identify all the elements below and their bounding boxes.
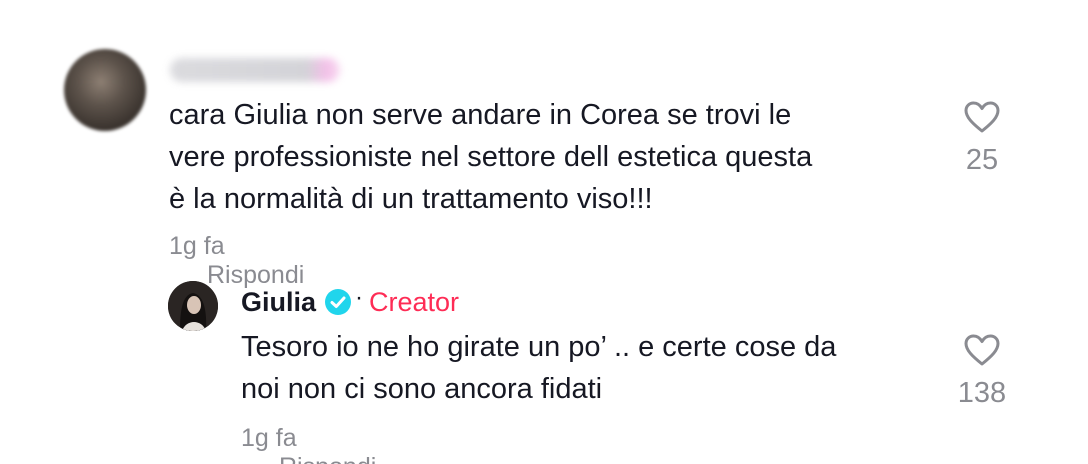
comment-like-count: 25 xyxy=(965,144,999,176)
verified-badge-icon xyxy=(325,289,352,315)
commenter-avatar[interactable] xyxy=(64,49,146,131)
reply-username[interactable]: Giulia xyxy=(241,287,316,318)
reply-reply-button[interactable]: Rispondi xyxy=(279,453,376,464)
heart-outline-icon xyxy=(964,101,1000,133)
comment-time: 1g fa xyxy=(169,232,225,260)
reply-like-button[interactable]: 138 xyxy=(947,333,1017,410)
creator-avatar[interactable] xyxy=(168,281,218,331)
comment-text: cara Giulia non serve andare in Corea se… xyxy=(169,99,813,215)
separator-dot: · xyxy=(355,284,364,311)
creator-avatar-image xyxy=(168,281,218,331)
heart-outline-icon xyxy=(964,334,1000,366)
reply-meta: 1g fa Rispondi xyxy=(241,424,376,464)
creator-label: Creator xyxy=(369,286,460,317)
top-cutoff-glyph: · xyxy=(300,0,340,6)
commenter-username-blurred[interactable] xyxy=(170,58,340,82)
comment-like-button[interactable]: 25 xyxy=(947,100,1017,177)
reply-like-count: 138 xyxy=(957,377,1007,409)
reply-time: 1g fa xyxy=(241,424,297,452)
reply-header: Giulia · Creator xyxy=(241,284,460,319)
comments-panel: · cara Giulia non serve andare in Corea … xyxy=(0,0,1088,464)
reply-text: Tesoro io ne ho girate un po’ .. e certe… xyxy=(241,331,837,405)
